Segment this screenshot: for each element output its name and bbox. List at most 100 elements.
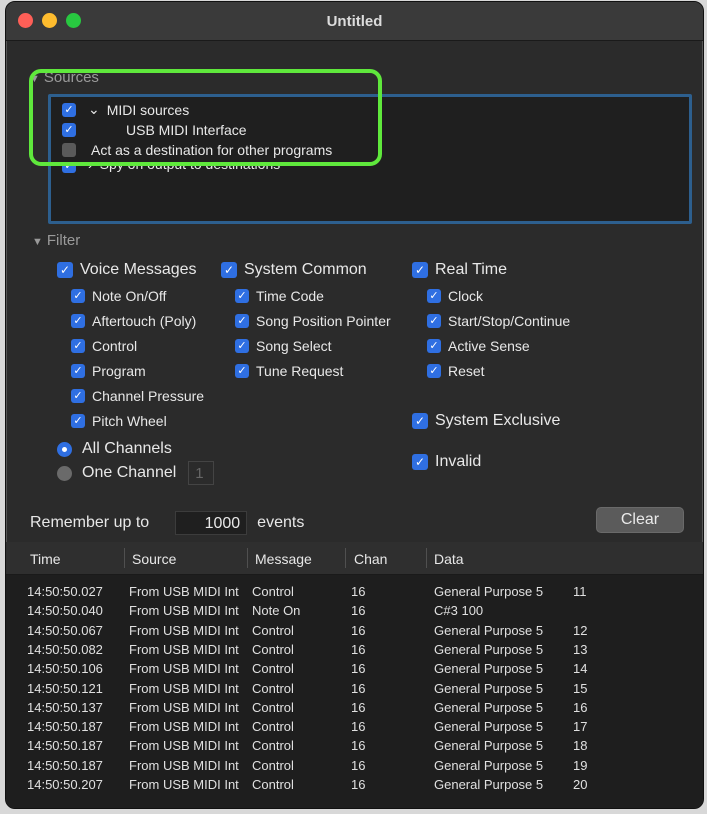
cell-data: General Purpose 5 [434, 699, 544, 715]
tune-request-checkbox[interactable]: ✓ Tune Request [235, 363, 343, 379]
filter-label: Filter [46, 232, 81, 249]
real-time-label: Real Time [435, 261, 508, 278]
cell-time: 14:50:50.067 [27, 622, 103, 638]
invalid-label: Invalid [435, 453, 482, 470]
cell-source: From USB MIDI Int [129, 699, 239, 715]
cell-value: 18 [573, 738, 588, 754]
checkmark-icon: ✓ [221, 262, 237, 278]
table-row[interactable]: 14:50:50.067 From USB MIDI Int Control 16 Ge… [6, 622, 703, 640]
cell-chan: 16 [351, 777, 366, 792]
note-on-off-checkbox[interactable]: ✓ Note On/Off [71, 288, 166, 304]
cell-value: 17 [573, 719, 588, 735]
column-divider[interactable] [124, 548, 125, 568]
column-divider[interactable] [426, 548, 427, 568]
system-common-checkbox[interactable]: ✓ System Common [221, 261, 367, 279]
cell-message: Control [252, 680, 294, 696]
control-checkbox[interactable]: ✓ Control [71, 338, 137, 354]
table-row[interactable]: 14:50:50.187 From USB MIDI Int Control 16 Ge… [6, 737, 703, 755]
reset-checkbox[interactable]: ✓ Reset [427, 363, 485, 379]
cell-time: 14:50:50.137 [27, 699, 103, 715]
checkmark-icon: ✓ [412, 454, 428, 470]
table-row[interactable]: 14:50:50.187 From USB MIDI Int Control 16 Ge… [6, 718, 703, 736]
filter-disclosure[interactable]: ▼ Filter [32, 232, 80, 249]
cell-time: 14:50:50.106 [27, 661, 103, 677]
song-position-pointer-checkbox[interactable]: ✓ Song Position Pointer [235, 313, 391, 329]
cell-value: 20 [573, 777, 588, 792]
table-row[interactable]: 14:50:50.137 From USB MIDI Int Control 16 Ge… [6, 699, 703, 717]
window-title: Untitled [326, 13, 383, 30]
cell-value: 11 [573, 584, 587, 599]
table-row[interactable]: 14:50:50.121 From USB MIDI Int Control 16 Ge… [6, 680, 703, 698]
table-header: Time Source Message Chan Data [6, 542, 703, 575]
voice-messages-checkbox[interactable]: ✓ Voice Messages [57, 261, 197, 279]
voice-messages-label: Voice Messages [80, 261, 197, 278]
cell-message: Control [252, 641, 294, 657]
active-sense-checkbox[interactable]: ✓ Active Sense [427, 338, 530, 354]
time-code-checkbox[interactable]: ✓ Time Code [235, 288, 324, 304]
table-row[interactable]: 14:50:50.082 From USB MIDI Int Control 16 Ge… [6, 641, 703, 659]
clock-checkbox[interactable]: ✓ Clock [427, 288, 483, 304]
pitch-wheel-checkbox[interactable]: ✓ Pitch Wheel [71, 413, 167, 429]
table-row[interactable]: 14:50:50.207 From USB MIDI Int Control 16 Ge… [6, 776, 703, 794]
cell-chan: 16 [351, 603, 366, 619]
column-header-message[interactable]: Message [255, 551, 312, 567]
remember-suffix-label: events [257, 514, 305, 531]
cell-message: Note On [252, 603, 301, 619]
cell-value: 13 [573, 641, 588, 657]
cell-chan: 16 [351, 661, 366, 677]
cell-message: Control [252, 719, 294, 735]
invalid-checkbox[interactable]: ✓ Invalid [412, 453, 481, 471]
all-channels-radio[interactable]: All Channels [57, 440, 172, 458]
cell-value: 12 [573, 622, 588, 638]
table-row[interactable]: 14:50:50.187 From USB MIDI Int Control 16 Ge… [6, 757, 703, 775]
event-count-field[interactable]: 1000 [175, 511, 248, 535]
cell-source: From USB MIDI Int [129, 757, 239, 773]
column-header-chan[interactable]: Chan [354, 551, 387, 567]
table-row[interactable]: 14:50:50.040 From USB MIDI Int Note On 16 C#… [6, 602, 703, 620]
system-exclusive-label: System Exclusive [435, 412, 561, 429]
real-time-checkbox[interactable]: ✓ Real Time [412, 261, 507, 279]
cell-time: 14:50:50.082 [27, 641, 103, 657]
column-header-data[interactable]: Data [434, 551, 464, 567]
cell-chan: 16 [351, 699, 366, 715]
program-checkbox[interactable]: ✓ Program [71, 363, 146, 379]
cell-message: Control [252, 584, 294, 599]
events-table[interactable]: 14:50:50.027 From USB MIDI Int Control 16 Ge… [6, 575, 703, 808]
start-stop-continue-checkbox[interactable]: ✓ Start/Stop/Continue [427, 313, 570, 329]
cell-time: 14:50:50.187 [27, 719, 103, 735]
cell-time: 14:50:50.040 [27, 603, 103, 619]
column-divider[interactable] [345, 548, 346, 568]
cell-value: 15 [573, 680, 588, 696]
cell-source: From USB MIDI Int [129, 661, 239, 677]
title-bar: Untitled [6, 2, 703, 41]
cell-source: From USB MIDI Int [129, 641, 239, 657]
column-header-time[interactable]: Time [30, 551, 61, 567]
aftertouch-poly-checkbox[interactable]: ✓ Aftertouch (Poly) [71, 313, 196, 329]
one-channel-label: One Channel [82, 464, 177, 481]
cell-source: From USB MIDI Int [129, 622, 239, 638]
system-exclusive-checkbox[interactable]: ✓ System Exclusive [412, 412, 560, 430]
cell-source: From USB MIDI Int [129, 603, 239, 619]
column-header-source[interactable]: Source [132, 551, 176, 567]
cell-data: General Purpose 5 [434, 661, 544, 677]
table-row[interactable]: 14:50:50.106 From USB MIDI Int Control 16 Ge… [6, 660, 703, 678]
cell-time: 14:50:50.187 [27, 738, 103, 754]
checkmark-icon: ✓ [412, 413, 428, 429]
one-channel-field[interactable]: 1 [188, 461, 215, 485]
checkmark-icon: ✓ [412, 262, 428, 278]
cell-value: 16 [573, 699, 588, 715]
remember-prefix-label: Remember up to [30, 514, 150, 531]
remember-events-row: Remember up to 1000 events [30, 511, 304, 535]
channel-pressure-checkbox[interactable]: ✓ Channel Pressure [71, 388, 204, 404]
column-divider[interactable] [247, 548, 248, 568]
cell-chan: 16 [351, 622, 366, 638]
table-row[interactable]: 14:50:50.027 From USB MIDI Int Control 16 Ge… [6, 583, 703, 601]
clear-button[interactable]: Clear [596, 507, 684, 533]
radio-selected-icon [57, 441, 72, 457]
cell-time: 14:50:50.207 [27, 777, 103, 792]
one-channel-radio[interactable]: One Channel 1 [57, 461, 215, 485]
cell-message: Control [252, 738, 294, 754]
cell-source: From USB MIDI Int [129, 680, 239, 696]
cell-data: General Purpose 5 [434, 738, 544, 754]
song-select-checkbox[interactable]: ✓ Song Select [235, 338, 332, 354]
